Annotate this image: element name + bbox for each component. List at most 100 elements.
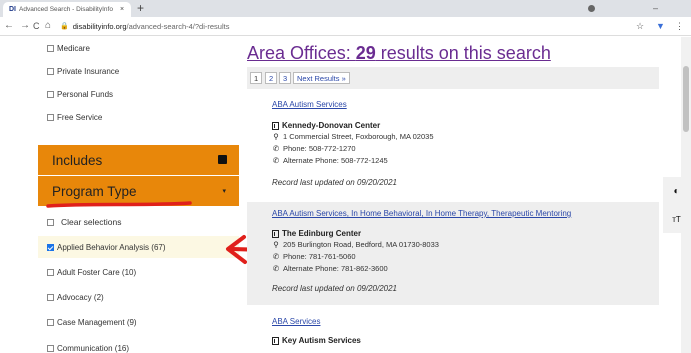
address-text: 205 Burlington Road, Bedford, MA 01730-8…	[283, 240, 439, 249]
filter-case-management[interactable]: Case Management (9)	[38, 311, 239, 333]
program-type-section-header[interactable]: Program Type ▾	[38, 176, 239, 206]
scrollbar-thumb[interactable]	[683, 66, 689, 132]
title-prefix: Area Offices:	[247, 43, 356, 63]
program-type-label: Program Type	[52, 183, 137, 199]
phone-icon: ✆	[272, 156, 280, 165]
includes-section-header[interactable]: Includes	[38, 145, 239, 175]
caret-down-icon[interactable]: ▾	[222, 187, 226, 195]
contrast-icon: ◐	[673, 185, 680, 197]
checkbox[interactable]	[47, 44, 54, 52]
filter-label: Private Insurance	[57, 66, 120, 76]
checkbox[interactable]	[47, 90, 54, 98]
forward-button[interactable]: →	[20, 20, 30, 32]
tab-close-icon[interactable]: ×	[120, 6, 124, 13]
new-tab-button[interactable]: +	[137, 2, 144, 15]
site-favicon-icon: DI	[9, 6, 16, 13]
clear-selections-label: Clear selections	[61, 217, 122, 227]
phone-text[interactable]: Phone: 781-761-5060	[283, 252, 356, 261]
phone-text[interactable]: Phone: 508-772-1270	[283, 144, 356, 153]
provider-alt-phone: ✆ Alternate Phone: 508-772-1245	[272, 156, 388, 165]
next-results-link[interactable]: Next Results »	[293, 72, 350, 84]
checkbox[interactable]	[47, 67, 54, 75]
filter-label: Advocacy (2)	[57, 292, 104, 302]
provider-phone: ✆ Phone: 508-772-1270	[272, 144, 356, 153]
provider-name: Key Autism Services	[272, 336, 361, 345]
page-scrollbar[interactable]	[681, 37, 691, 353]
record-updated: Record last updated on 09/20/2021	[272, 284, 397, 293]
page-1-link[interactable]: 1	[250, 72, 263, 84]
location-pin-icon: ⚲	[273, 132, 279, 141]
url-domain: disabilityinfo.org	[72, 21, 127, 31]
checkbox-checked[interactable]	[47, 243, 54, 251]
phone-icon: ✆	[272, 144, 280, 153]
title-suffix: results on this search	[375, 43, 551, 63]
checkbox[interactable]	[47, 113, 54, 121]
location-pin-icon: ⚲	[273, 240, 279, 249]
page-2-link[interactable]: 2	[265, 72, 278, 84]
filter-personal-funds[interactable]: Personal Funds	[38, 83, 239, 105]
url-path: /advanced-search-4/?di-results	[126, 21, 230, 31]
provider-name: Kennedy-Donovan Center	[272, 121, 380, 130]
page-3-link[interactable]: 3	[279, 72, 292, 84]
result-card: ABA Services Key Autism Services	[247, 308, 659, 353]
result-services-link[interactable]: ABA Services	[272, 317, 320, 326]
profile-icon[interactable]	[588, 5, 595, 12]
checkbox[interactable]	[47, 344, 54, 352]
checkbox[interactable]	[47, 268, 54, 276]
result-card: ABA Autism Services Kennedy-Donovan Cent…	[247, 92, 659, 200]
filter-medicare[interactable]: Medicare	[38, 37, 239, 59]
expand-square-icon[interactable]	[218, 155, 227, 164]
filter-free-service[interactable]: Free Service	[38, 106, 239, 128]
browser-toolbar: ← → C ⌂ 🔒 disabilityinfo.org/advanced-se…	[0, 17, 691, 36]
filter-label: Personal Funds	[57, 89, 114, 99]
browser-menu-icon[interactable]: ⋮	[675, 21, 684, 31]
provider-alt-phone: ✆ Alternate Phone: 781-862-3600	[272, 264, 388, 273]
minimize-button[interactable]: –	[653, 3, 658, 13]
page-title: Area Offices: 29 results on this search	[247, 43, 551, 64]
address-bar[interactable]: 🔒 disabilityinfo.org/advanced-search-4/?…	[58, 19, 658, 33]
filter-sidebar: Medicare Private Insurance Personal Fund…	[38, 37, 239, 353]
filter-label: Adult Foster Care (10)	[57, 267, 137, 277]
phone-icon: ✆	[272, 252, 280, 261]
tab-title: Advanced Search - DisabilityInfo	[19, 6, 113, 13]
filter-private-insurance[interactable]: Private Insurance	[38, 60, 239, 82]
address-text: 1 Commercial Street, Foxborough, MA 0203…	[283, 132, 434, 141]
url-text: disabilityinfo.org/advanced-search-4/?di…	[73, 22, 230, 31]
extension-shield-icon[interactable]: ▼	[656, 21, 665, 31]
provider-name-text: The Edinburg Center	[282, 229, 362, 238]
provider-name-text: Kennedy-Donovan Center	[282, 121, 381, 130]
checkbox[interactable]	[47, 218, 54, 226]
checkbox[interactable]	[47, 293, 54, 301]
provider-name-text: Key Autism Services	[282, 336, 361, 345]
filter-label: Communication (16)	[57, 343, 130, 353]
checkbox[interactable]	[47, 318, 54, 326]
filter-communication[interactable]: Communication (16)	[38, 337, 239, 353]
result-services-link[interactable]: ABA Autism Services	[272, 100, 347, 109]
browser-tab[interactable]: DI Advanced Search - DisabilityInfo ×	[3, 2, 131, 17]
browser-tab-bar: DI Advanced Search - DisabilityInfo × + …	[0, 0, 691, 17]
clear-selections[interactable]: Clear selections	[38, 211, 239, 233]
provider-address: ⚲ 1 Commercial Street, Foxborough, MA 02…	[272, 132, 434, 141]
filter-advocacy[interactable]: Advocacy (2)	[38, 286, 239, 308]
building-icon	[272, 121, 279, 130]
home-button[interactable]: ⌂	[45, 20, 51, 32]
alt-phone-text[interactable]: Alternate Phone: 508-772-1245	[283, 156, 388, 165]
building-icon	[272, 229, 279, 238]
back-button[interactable]: ←	[4, 20, 14, 32]
phone-icon: ✆	[272, 264, 280, 273]
filter-adult-foster-care[interactable]: Adult Foster Care (10)	[38, 261, 239, 283]
filter-applied-behavior-analysis[interactable]: Applied Behavior Analysis (67)	[38, 236, 239, 258]
reload-button[interactable]: C	[33, 20, 40, 32]
result-card: ABA Autism Services, In Home Behavioral,…	[247, 202, 659, 305]
result-services-link[interactable]: ABA Autism Services, In Home Behavioral,…	[272, 209, 571, 218]
record-updated: Record last updated on 09/20/2021	[272, 178, 397, 187]
provider-name: The Edinburg Center	[272, 229, 361, 238]
includes-label: Includes	[52, 152, 103, 168]
alt-phone-text[interactable]: Alternate Phone: 781-862-3600	[283, 264, 388, 273]
bookmark-star-icon[interactable]: ☆	[636, 21, 644, 31]
filter-label: Case Management (9)	[57, 317, 137, 327]
result-count: 29	[355, 43, 376, 63]
lock-icon: 🔒	[60, 23, 69, 30]
filter-label: Free Service	[57, 112, 103, 122]
filter-label: Medicare	[57, 43, 90, 53]
